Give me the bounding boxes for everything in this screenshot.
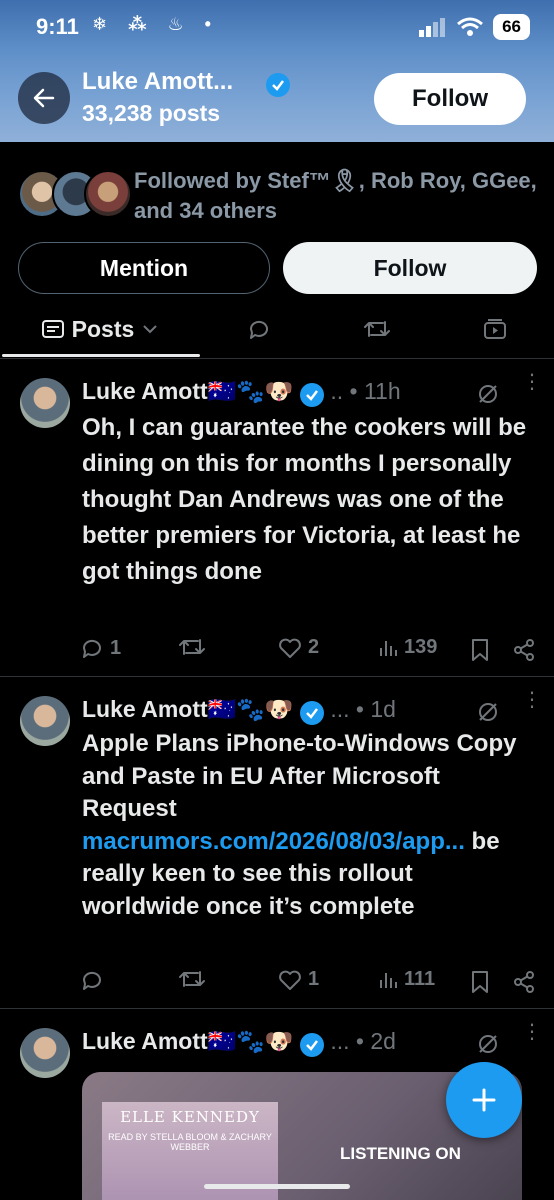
book-author: ELLE KENNEDY [120, 1108, 260, 1126]
reply-button[interactable] [80, 968, 110, 992]
back-button[interactable] [18, 72, 70, 124]
post-author-name[interactable]: Luke Amott🇦🇺🐾🐶 [82, 696, 294, 722]
views-button[interactable]: 111 [378, 968, 435, 991]
header-name-text: Luke Amott... [82, 68, 234, 95]
like-icon [279, 638, 301, 658]
tab-posts[interactable]: Posts [0, 300, 200, 358]
post-item[interactable]: Luke Amott🇦🇺🐾🐶 .. • 11h ⋮ Oh, I can guar… [0, 358, 554, 677]
verified-badge-icon [265, 73, 290, 97]
reply-count: 1 [110, 636, 122, 659]
home-indicator[interactable] [204, 1184, 350, 1189]
header-post-count: 33,238 posts [82, 100, 221, 126]
post-author-avatar[interactable] [20, 1028, 70, 1078]
reply-tab-icon [249, 320, 268, 339]
tab-media[interactable] [436, 300, 554, 358]
listening-on-label: LISTENING ON [340, 1144, 461, 1163]
post-timestamp: ... • 1d [330, 696, 396, 722]
post-author-name[interactable]: Luke Amott🇦🇺🐾🐶 [82, 1028, 294, 1054]
like-count: 2 [308, 636, 320, 658]
repost-button[interactable] [178, 968, 212, 990]
post-item[interactable]: Luke Amott🇦🇺🐾🐶 ... • 1d ⋮ Apple Plans iP… [0, 676, 554, 1009]
status-time: 9:11 [36, 14, 79, 39]
bookmark-icon[interactable] [470, 970, 490, 994]
more-icon[interactable]: ⋮ [522, 1022, 542, 1042]
post-link[interactable]: macrumors.com/2026/08/03/app... [82, 828, 465, 855]
post-author-avatar[interactable] [20, 696, 70, 746]
post-actions: 1 2 139 [80, 636, 540, 666]
header-profile-name: Luke Amott... [82, 68, 290, 97]
back-arrow-icon [33, 88, 55, 108]
verified-badge-icon [299, 1033, 324, 1057]
mention-button[interactable]: Mention [18, 242, 270, 294]
post-author-avatar[interactable] [20, 378, 70, 428]
repost-tab-icon [364, 321, 390, 337]
compose-icon [472, 1088, 496, 1112]
repost-icon [179, 639, 205, 655]
posts-tab-icon [41, 320, 64, 338]
media-tab-icon [484, 319, 506, 339]
like-button[interactable]: 1 [278, 968, 319, 991]
views-button[interactable]: 139 [378, 636, 437, 659]
repost-button[interactable] [178, 636, 212, 658]
grok-icon[interactable] [476, 700, 500, 724]
signal-icon [419, 18, 446, 37]
grok-icon[interactable] [476, 1032, 500, 1056]
grok-icon[interactable] [476, 382, 500, 406]
chevron-down-icon [143, 325, 158, 334]
like-count: 1 [308, 968, 320, 990]
tab-replies[interactable] [200, 300, 318, 358]
post-text: Apple Plans iPhone-to-Windows Copy and P… [82, 728, 532, 923]
compose-button[interactable] [446, 1062, 522, 1138]
tab-posts-label: Posts [71, 315, 135, 342]
status-notification-icons: ❄ ⁂ ♨ • [92, 14, 219, 34]
post-actions: 1 111 [80, 968, 540, 998]
reply-icon [82, 639, 101, 658]
verified-badge-icon [299, 701, 324, 725]
followed-by-text[interactable]: Followed by Stef™🎗, Rob Roy, GGee, and 3… [134, 166, 544, 226]
reply-icon [82, 971, 101, 990]
post-header: Luke Amott🇦🇺🐾🐶 ... • 1d [82, 696, 396, 725]
follower-avatar [84, 170, 132, 218]
view-count: 139 [404, 636, 438, 658]
tab-active-indicator [2, 354, 200, 357]
profile-tabs: Posts [0, 300, 554, 359]
tab-reposts[interactable] [318, 300, 436, 358]
post-text-body: Apple Plans iPhone-to-Windows Copy and P… [82, 730, 517, 822]
reply-button[interactable]: 1 [80, 636, 121, 660]
post-timestamp: .. • 11h [330, 378, 401, 404]
status-right: 66 [419, 14, 530, 40]
followers-avatars[interactable] [18, 170, 132, 218]
post-header: Luke Amott🇦🇺🐾🐶 .. • 11h [82, 378, 401, 407]
more-icon[interactable]: ⋮ [522, 690, 542, 710]
follow-button[interactable]: Follow [283, 242, 537, 294]
post-timestamp: ... • 2d [330, 1028, 396, 1054]
repost-icon [179, 971, 205, 987]
share-icon[interactable] [512, 638, 536, 662]
view-count: 111 [404, 968, 436, 990]
wifi-icon [457, 17, 484, 36]
post-text: Oh, I can guarantee the cookers will be … [82, 414, 527, 585]
more-icon[interactable]: ⋮ [522, 372, 542, 392]
views-icon [380, 972, 397, 988]
battery-indicator: 66 [493, 14, 530, 40]
like-icon [279, 970, 301, 990]
like-button[interactable]: 2 [278, 636, 319, 659]
views-icon [380, 640, 397, 656]
share-icon[interactable] [512, 970, 536, 994]
book-narrators: READ BY STELLA BLOOM & ZACHARY WEBBER [108, 1132, 272, 1152]
verified-badge-icon [299, 383, 324, 407]
post-author-name[interactable]: Luke Amott🇦🇺🐾🐶 [82, 378, 294, 404]
post-header: Luke Amott🇦🇺🐾🐶 ... • 2d [82, 1028, 396, 1057]
header-follow-button[interactable]: Follow [374, 73, 526, 125]
bookmark-icon[interactable] [470, 638, 490, 662]
